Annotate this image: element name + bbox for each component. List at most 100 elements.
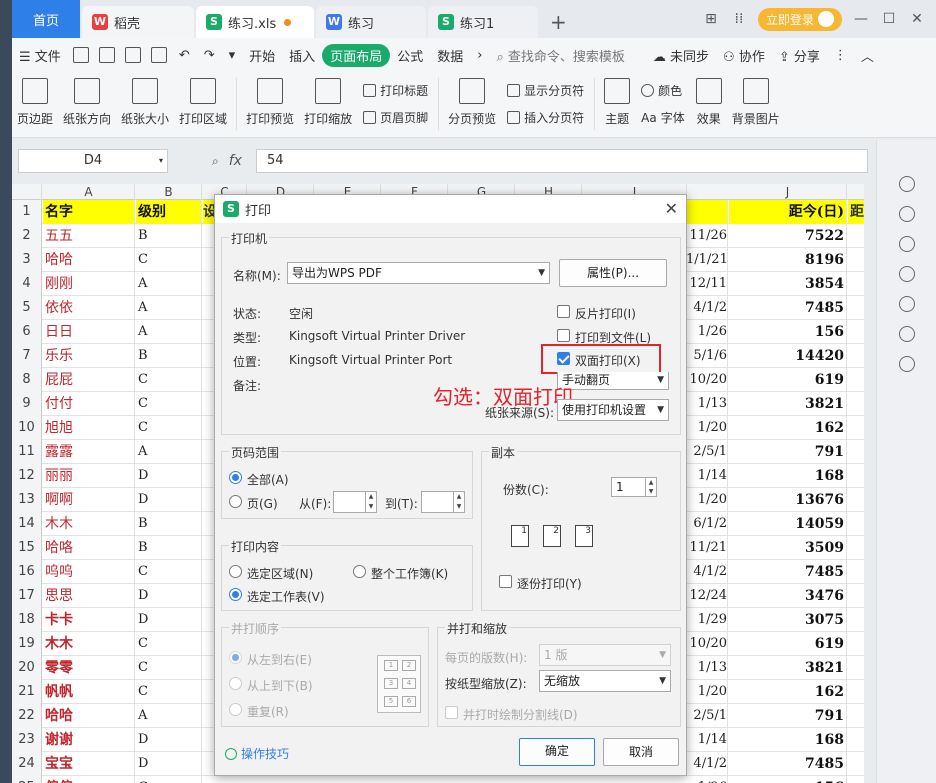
cell[interactable]: 刚刚 (43, 272, 135, 296)
cell[interactable]: A (136, 440, 202, 464)
cell[interactable]: 1/26 (686, 320, 728, 344)
copies-input[interactable]: 1 ▲ ▼ (611, 477, 657, 497)
cell[interactable]: 1/20 (686, 680, 728, 704)
apps-icon[interactable]: ⁞⁞ (730, 11, 748, 27)
cell[interactable]: C (136, 680, 202, 704)
cell[interactable]: 13676 (729, 488, 847, 512)
cell[interactable]: D (136, 752, 202, 776)
fx-icon[interactable]: fx (229, 153, 242, 169)
row-number[interactable]: 20 (12, 656, 42, 680)
tab-home[interactable]: 首页 (12, 0, 80, 38)
sync-button[interactable]: ☁ 未同步 (646, 46, 716, 65)
select-all-corner[interactable] (12, 184, 42, 200)
row-number[interactable]: 11 (12, 440, 42, 464)
cell[interactable]: A (136, 704, 202, 728)
cell[interactable]: 7485 (729, 296, 847, 320)
collab-button[interactable]: ⚇ 协作 (716, 46, 772, 65)
cell[interactable]: 14059 (729, 512, 847, 536)
cell[interactable]: 2/5/1 (686, 704, 728, 728)
row-number[interactable]: 25 (12, 776, 42, 783)
cell[interactable]: A (136, 272, 202, 296)
cell[interactable]: 哈咯 (43, 536, 135, 560)
cell[interactable]: 156 (729, 320, 847, 344)
top-to-bottom-radio[interactable] (229, 677, 242, 690)
cell[interactable]: 偏偏 (43, 776, 135, 783)
row-number[interactable]: 8 (12, 368, 42, 392)
cell[interactable]: 168 (729, 464, 847, 488)
cell[interactable]: 零零 (43, 656, 135, 680)
cell[interactable]: A (136, 320, 202, 344)
cell[interactable]: 付付 (43, 392, 135, 416)
active-sheet-radio[interactable] (229, 588, 242, 601)
formula-input[interactable]: 54 (255, 149, 868, 173)
menu-data[interactable]: 数据 (430, 46, 470, 65)
cell[interactable]: 3821 (729, 392, 847, 416)
cell[interactable]: C (136, 368, 202, 392)
row-number[interactable]: 4 (12, 272, 42, 296)
row-number[interactable]: 24 (12, 752, 42, 776)
print-area-button[interactable]: 打印区域 (174, 78, 232, 127)
tab-doc-3[interactable]: S 练习1 (428, 6, 538, 38)
cell[interactable]: 11/21 (686, 536, 728, 560)
cell[interactable]: 哈哈 (43, 704, 135, 728)
row-number[interactable]: 13 (12, 488, 42, 512)
image-icon[interactable] (898, 326, 915, 342)
cell[interactable]: 1/13 (686, 656, 728, 680)
insert-break-button[interactable]: 插入分页符 (507, 109, 584, 126)
login-button[interactable]: 立即登录 (757, 7, 842, 31)
menu-page-layout[interactable]: 页面布局 (322, 43, 391, 67)
cell[interactable]: 思思 (43, 584, 135, 608)
cell[interactable]: 3476 (729, 584, 847, 608)
cell[interactable]: A (136, 296, 202, 320)
print-to-file-checkbox[interactable] (557, 329, 570, 342)
column-header-cell[interactable]: A (43, 184, 135, 200)
to-input[interactable]: ▲ ▼ (421, 491, 465, 513)
spinner-icon[interactable]: ▲ ▼ (453, 492, 464, 512)
cell[interactable]: 14420 (729, 344, 847, 368)
row-number[interactable]: 17 (12, 584, 42, 608)
cell[interactable]: C (136, 656, 202, 680)
repeat-radio[interactable] (229, 703, 242, 716)
row-number[interactable]: 15 (12, 536, 42, 560)
cell[interactable]: 木木 (43, 512, 135, 536)
crop-icon[interactable] (898, 266, 915, 282)
cell[interactable]: D (136, 488, 202, 512)
cell[interactable]: 3075 (729, 608, 847, 632)
orientation-button[interactable]: 纸张方向 (58, 78, 116, 127)
cell[interactable]: 帆帆 (43, 680, 135, 704)
cell[interactable]: 4/1/2 (686, 752, 728, 776)
cell[interactable]: 木木 (43, 632, 135, 656)
cell[interactable]: 啊啊 (43, 488, 135, 512)
effect-button[interactable]: 效果 (691, 78, 727, 127)
cell[interactable]: B (136, 512, 202, 536)
margin-button[interactable]: 页边距 (12, 78, 58, 127)
row-number[interactable]: 1 (12, 200, 42, 224)
menu-more-icon[interactable]: › (470, 48, 489, 63)
spinner-icon[interactable]: ▲ ▼ (645, 478, 656, 496)
cell[interactable]: 8196 (729, 248, 847, 272)
more-dropdown-icon[interactable]: ▾ (222, 48, 243, 63)
row-number[interactable]: 5 (12, 296, 42, 320)
cell[interactable]: 1/20 (686, 488, 728, 512)
cell[interactable]: 宝宝 (43, 752, 135, 776)
print-preview-button[interactable]: 打印预览 (241, 78, 299, 127)
cell[interactable]: C (136, 632, 202, 656)
help-icon[interactable] (898, 296, 915, 312)
cell[interactable]: 4/1/2 (686, 296, 728, 320)
print-scale-button[interactable]: 打印缩放 (299, 78, 357, 127)
grid-icon[interactable]: ⊞ (702, 11, 720, 27)
show-break-checkbox[interactable]: 显示分页符 (507, 82, 584, 99)
collapse-ribbon-icon[interactable]: ︿ (854, 46, 881, 65)
menu-insert[interactable]: 插入 (282, 46, 322, 65)
row-number[interactable]: 7 (12, 344, 42, 368)
row-number[interactable]: 2 (12, 224, 42, 248)
cell[interactable]: 级别 (136, 200, 202, 224)
header-footer-button[interactable]: 页眉页脚 (363, 109, 428, 126)
cell[interactable]: 3509 (729, 536, 847, 560)
cell[interactable]: 呜呜 (43, 560, 135, 584)
cell[interactable]: C (136, 248, 202, 272)
cursor-icon[interactable] (898, 206, 915, 222)
row-number[interactable]: 3 (12, 248, 42, 272)
cell[interactable]: 乐乐 (43, 344, 135, 368)
cell[interactable]: D (136, 728, 202, 752)
